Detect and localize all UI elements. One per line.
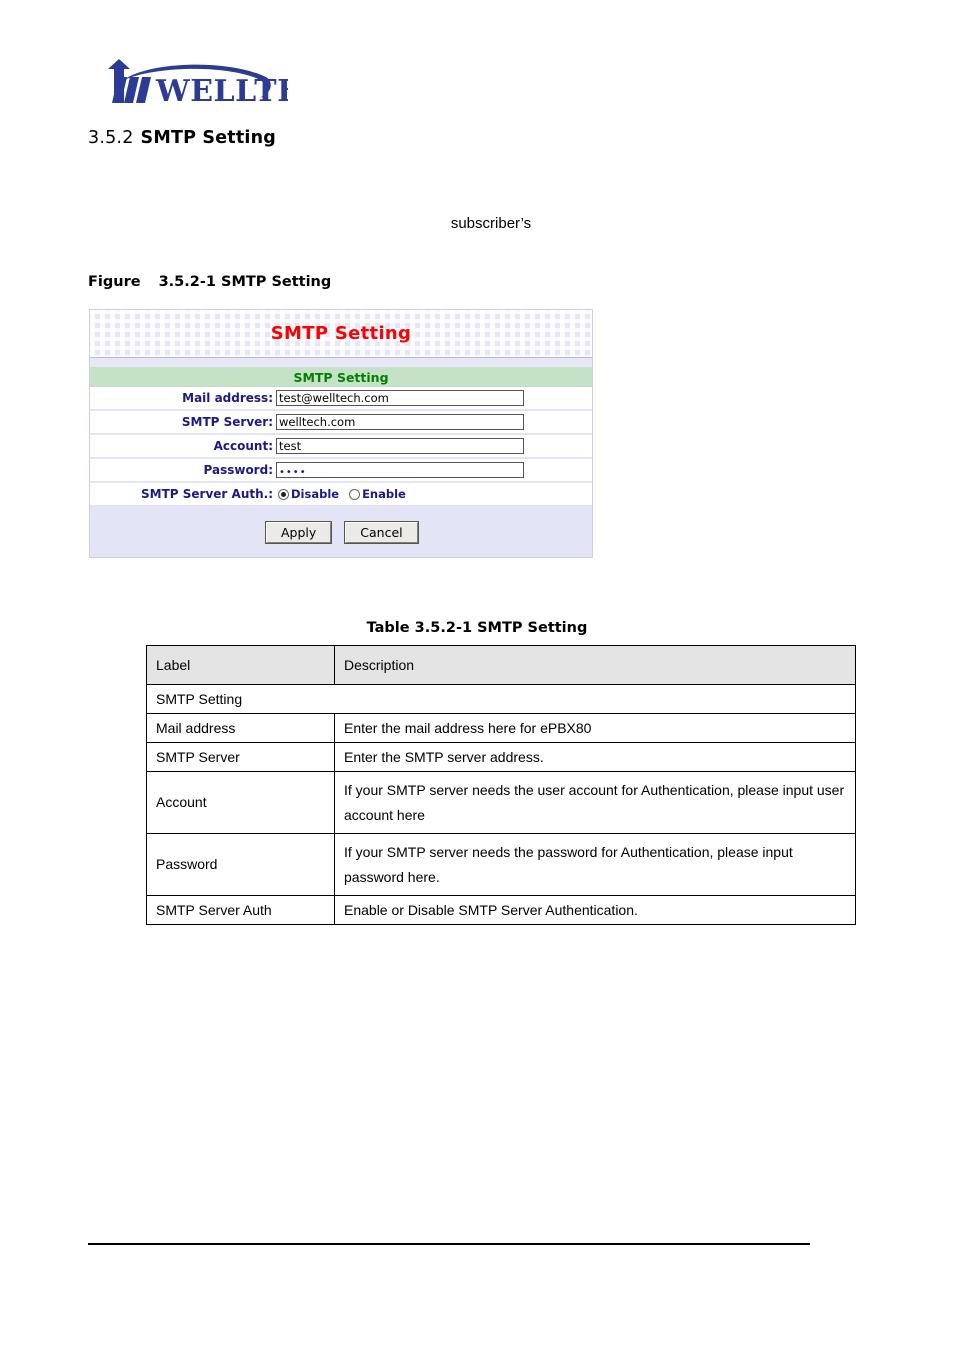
apply-button[interactable]: Apply — [264, 520, 333, 544]
table-row: Mail address Enter the mail address here… — [146, 713, 856, 743]
mail-address-input[interactable] — [276, 390, 524, 406]
form-row-mail-address: Mail address: — [90, 387, 592, 411]
password-input[interactable]: •••• — [276, 462, 524, 478]
radio-enable-icon[interactable] — [349, 488, 361, 500]
smtp-server-auth-label: SMTP Server Auth.: — [141, 487, 273, 501]
table-row: Account If your SMTP server needs the us… — [146, 771, 856, 834]
table-cell-description: Enable or Disable SMTP Server Authentica… — [334, 895, 856, 925]
table-header-row: Label Description — [146, 645, 856, 685]
password-field-wrap: •••• — [276, 462, 592, 478]
table-row: Password If your SMTP server needs the p… — [146, 833, 856, 896]
form-row-password: Password: •••• — [90, 459, 592, 483]
form-row-smtp-server-auth: SMTP Server Auth.: Disable Enable — [90, 483, 592, 507]
panel-action-bar: Apply Cancel — [90, 507, 592, 557]
panel-title: SMTP Setting — [270, 323, 412, 344]
welltech-logo: WELLTECH — [88, 57, 288, 109]
body-text-fragment: subscriber’s — [0, 215, 954, 232]
table-cell-label: Account — [146, 771, 335, 834]
table-group-label: SMTP Setting — [146, 684, 856, 714]
smtp-server-auth-radio-group: Disable Enable — [276, 487, 416, 501]
smtp-setting-description-table: Label Description SMTP Setting Mail addr… — [146, 645, 856, 925]
panel-banner: SMTP Setting — [90, 310, 592, 358]
smtp-server-label: SMTP Server: — [181, 415, 273, 429]
footer-divider — [88, 1243, 810, 1245]
page-title: 3.5.2 SMTP Setting — [88, 128, 276, 148]
mail-address-label: Mail address: — [182, 391, 273, 405]
radio-disable-icon[interactable] — [278, 488, 289, 500]
password-masked-value: •••• — [279, 467, 307, 478]
table-cell-description: Enter the SMTP server address. — [334, 742, 856, 772]
body-text: subscriber’s — [450, 215, 532, 232]
radio-option-disable[interactable]: Disable — [278, 487, 339, 501]
table-row: SMTP Server Enter the SMTP server addres… — [146, 742, 856, 772]
smtp-setting-panel: SMTP Setting SMTP Setting Mail address: … — [89, 309, 593, 558]
account-field-wrap — [276, 438, 592, 454]
table-caption: Table 3.5.2-1 SMTP Setting — [366, 620, 588, 636]
form-row-account: Account: — [90, 435, 592, 459]
smtp-server-field-wrap — [276, 414, 592, 430]
account-label: Account: — [213, 439, 273, 453]
panel-spacer — [90, 358, 592, 367]
form-row-smtp-server: SMTP Server: — [90, 411, 592, 435]
table-row: SMTP Server Auth Enable or Disable SMTP … — [146, 895, 856, 925]
table-cell-description: If your SMTP server needs the user accou… — [334, 771, 856, 834]
section-title: SMTP Setting — [140, 128, 276, 148]
password-label: Password: — [203, 463, 274, 477]
table-cell-description: Enter the mail address here for ePBX80 — [334, 713, 856, 743]
table-cell-label: SMTP Server Auth — [146, 895, 335, 925]
table-group-row: SMTP Setting — [146, 684, 856, 714]
table-header-label: Label — [146, 645, 335, 685]
smtp-server-input[interactable] — [276, 414, 524, 430]
figure-caption-text: 3.5.2-1 SMTP Setting — [158, 274, 332, 290]
section-number: 3.5.2 — [88, 128, 134, 148]
section-band-label: SMTP Setting — [90, 367, 592, 387]
table-cell-label: SMTP Server — [146, 742, 335, 772]
table-cell-label: Mail address — [146, 713, 335, 743]
radio-enable-label: Enable — [362, 487, 406, 501]
mail-address-field-wrap — [276, 390, 592, 406]
account-input[interactable] — [276, 438, 524, 454]
radio-option-enable[interactable]: Enable — [349, 487, 406, 501]
table-cell-description: If your SMTP server needs the password f… — [334, 833, 856, 896]
welltech-logo-icon: WELLTECH — [108, 59, 288, 109]
table-cell-label: Password — [146, 833, 335, 896]
figure-prefix: Figure — [88, 274, 141, 290]
figure-caption: Figure 3.5.2-1 SMTP Setting — [88, 274, 331, 290]
table-header-description: Description — [334, 645, 856, 685]
radio-disable-label: Disable — [291, 487, 340, 501]
smtp-server-auth-field-wrap: Disable Enable — [276, 487, 592, 501]
cancel-button[interactable]: Cancel — [344, 520, 419, 544]
